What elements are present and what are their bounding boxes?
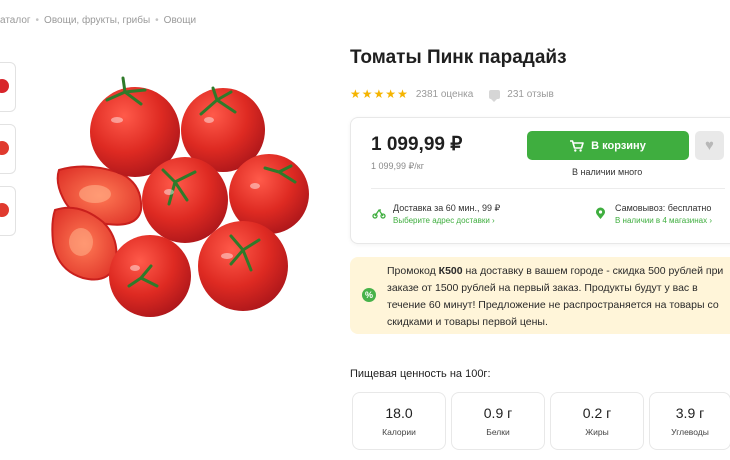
nutrition-label: Калории [382,427,416,437]
reviews-count[interactable]: 231 отзыв [507,89,553,100]
percent-icon: % [362,288,376,302]
card-divider [371,188,725,189]
nutrition-carbs-card: 3.9 г Углеводы [649,392,730,450]
star-icon: ★ [397,87,408,101]
stock-status: В наличии много [572,167,643,177]
heart-icon: ♥ [705,137,714,154]
delivery-title: Доставка за 60 мин., 99 ₽ [393,203,501,213]
nutrition-value: 3.9 г [675,405,705,421]
nutrition-label: Углеводы [671,427,709,437]
product-image [51,76,309,317]
breadcrumb-separator: • [155,15,159,26]
breadcrumb-subcategory[interactable]: Овощи [164,15,196,26]
product-title: Томаты Пинк парадайз [350,47,567,68]
favorite-button[interactable]: ♥ [695,131,724,160]
star-icon: ★ [385,87,397,101]
tomato-thumbnail-image [0,141,9,155]
add-to-cart-label: В корзину [591,139,646,152]
breadcrumb-separator: • [35,15,40,26]
star-icon: ★ [373,87,385,101]
breadcrumb-category[interactable]: Овощи, фрукты, грибы [44,15,150,26]
promo-code: К500 [438,265,463,277]
rating-row: ★ ★ ★ ★ ★ 2381 оценка 231 отзыв [350,88,554,102]
tomato-thumbnail-image [0,203,9,217]
breadcrumb-catalog[interactable]: аталог [0,15,31,26]
tomato-thumbnail-image [0,79,9,93]
location-pin-icon [596,207,605,219]
promo-text-start: Промокод [387,265,439,277]
unit-price: 1 099,99 ₽/кг [371,161,424,171]
rating-count[interactable]: 2381 оценка [416,89,473,100]
nutrition-value: 18.0 [385,405,413,421]
breadcrumb: аталог • Овощи, фрукты, грибы • Овощи [0,15,196,26]
nutrition-value: 0.2 г [582,405,612,421]
add-to-cart-button[interactable]: В корзину [527,131,689,160]
pickup-title: Самовывоз: бесплатно [615,203,712,213]
thumbnail-2[interactable] [0,124,16,174]
product-price: 1 099,99 ₽ [371,134,463,155]
star-icon: ★ [361,87,373,101]
nutrition-value: 0.9 г [483,405,513,421]
pickup-stores-link[interactable]: В наличии в 4 магазинах › [615,216,712,225]
nutrition-label: Жиры [585,427,609,437]
star-icon: ★ [350,87,361,101]
rating-stars[interactable]: ★ ★ ★ ★ ★ [350,88,408,100]
comment-icon [489,89,501,102]
nutrition-calories-card: 18.0 Калории [352,392,446,450]
nutrition-protein-card: 0.9 г Белки [451,392,545,450]
promo-text: Промокод К500 на доставку в вашем городе… [387,263,730,331]
delivery-address-link[interactable]: Выберите адрес доставки › [393,216,495,225]
cart-icon [570,139,584,152]
thumbnail-1[interactable] [0,62,16,112]
nutrition-label: Белки [486,427,510,437]
nutrition-fat-card: 0.2 г Жиры [550,392,644,450]
nutrition-title: Пищевая ценность на 100г: [350,368,491,380]
thumbnail-3[interactable] [0,186,16,236]
scooter-icon [372,209,386,219]
